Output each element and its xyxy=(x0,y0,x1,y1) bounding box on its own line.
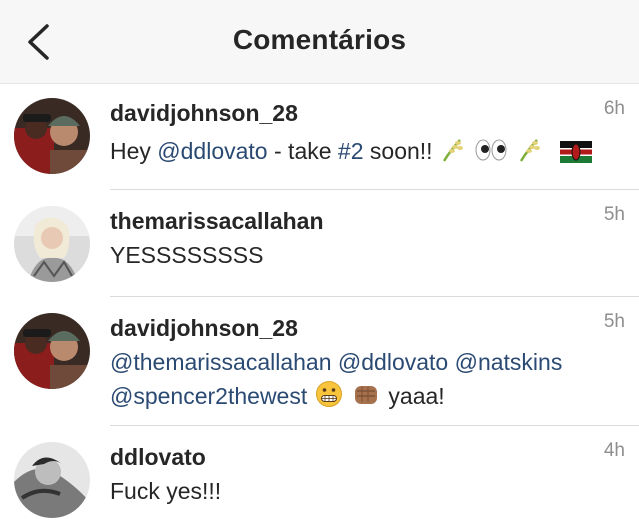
avatar[interactable] xyxy=(14,98,90,174)
fist-bump-emoji xyxy=(355,386,378,404)
comment-timestamp: 5h xyxy=(603,204,625,225)
rice-plant-emoji xyxy=(442,139,463,162)
avatar-photo xyxy=(14,206,90,282)
comment-timestamp: 6h xyxy=(603,98,625,119)
avatar[interactable] xyxy=(14,206,90,282)
comment-timestamp: 4h xyxy=(603,440,625,461)
mention-link[interactable]: @ddlovato xyxy=(157,138,267,164)
comment-item: ddlovato Fuck yes!!! 4h xyxy=(0,426,639,532)
comment-username[interactable]: ddlovato xyxy=(110,442,623,472)
comment-text: Hey @ddlovato - take #2 soon!! xyxy=(110,134,623,168)
comment-text: @themarissacallahan @ddlovato @natskins … xyxy=(110,345,623,413)
comment-timestamp: 5h xyxy=(603,311,625,332)
comment-text: Fuck yes!!! xyxy=(110,478,222,504)
avatar[interactable] xyxy=(14,313,90,389)
page-title: Comentários xyxy=(232,24,407,55)
text-segment: yaaa! xyxy=(388,383,445,409)
text-segment: Hey xyxy=(110,138,158,164)
comment-text: YESSSSSSSS xyxy=(110,242,264,268)
text-segment: - take xyxy=(267,138,338,164)
eyes-emoji xyxy=(475,139,507,161)
comment-item: davidjohnson_28 @themarissacallahan @ddl… xyxy=(0,297,639,426)
mention-link[interactable]: @themarissacallahan xyxy=(110,349,332,375)
avatar-photo xyxy=(14,98,90,174)
avatar-photo xyxy=(14,313,90,389)
comment-item: themarissacallahan YESSSSSSSS 5h xyxy=(0,190,639,297)
mention-link[interactable]: @ddlovato xyxy=(338,349,448,375)
mention-link[interactable]: @spencer2thewest xyxy=(110,383,307,409)
kenya-flag-emoji xyxy=(560,141,593,163)
comment-item: davidjohnson_28 Hey @ddlovato - take #2 … xyxy=(0,84,639,190)
text-segment: soon!! xyxy=(363,138,439,164)
comment-username[interactable]: davidjohnson_28 xyxy=(110,98,623,128)
top-bar: Comentários xyxy=(0,0,639,84)
grimacing-face-emoji xyxy=(315,381,342,407)
comment-username[interactable]: davidjohnson_28 xyxy=(110,313,623,343)
comment-username[interactable]: themarissacallahan xyxy=(110,206,623,236)
mention-link[interactable]: @natskins xyxy=(455,349,563,375)
avatar[interactable] xyxy=(14,442,90,518)
hashtag-link[interactable]: #2 xyxy=(338,138,364,164)
rice-plant-emoji xyxy=(519,139,540,162)
avatar-photo xyxy=(14,442,90,518)
